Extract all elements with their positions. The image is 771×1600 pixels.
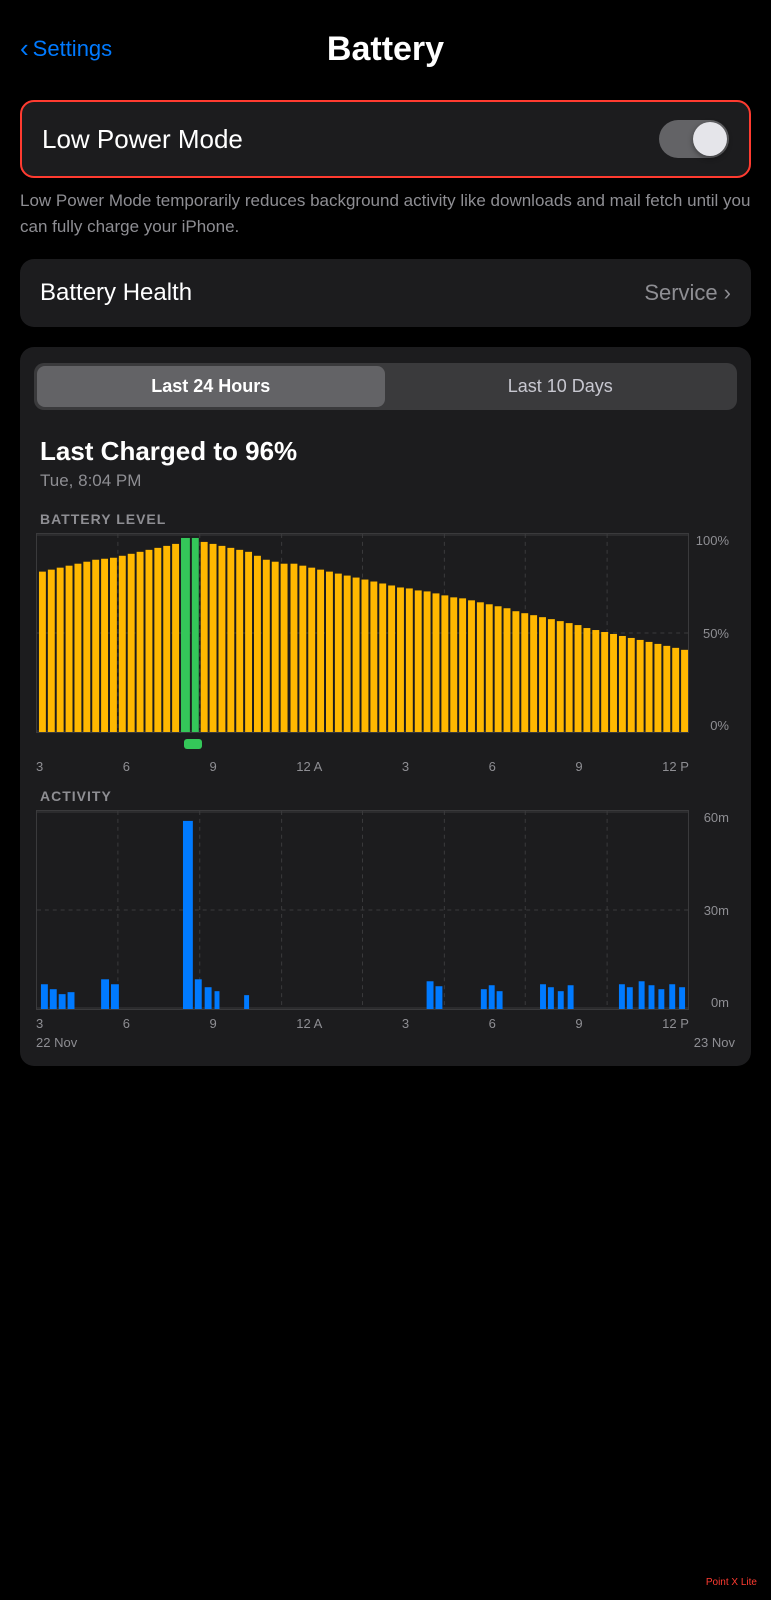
battery-x-3pm: 3 xyxy=(402,759,409,774)
battery-y-label-50: 50% xyxy=(695,626,729,641)
battery-x-9pm: 9 xyxy=(575,759,582,774)
chevron-right-icon: › xyxy=(724,280,731,306)
low-power-mode-description: Low Power Mode temporarily reduces backg… xyxy=(20,188,751,239)
battery-x-12p: 12 P xyxy=(662,759,689,774)
header: ‹ Settings Battery xyxy=(0,0,771,90)
activity-y-label-30m: 30m xyxy=(695,903,729,918)
battery-x-6am: 6 xyxy=(123,759,130,774)
low-power-mode-row[interactable]: Low Power Mode xyxy=(20,100,751,178)
date-label-left: 22 Nov xyxy=(36,1035,77,1050)
battery-x-3am: 3 xyxy=(36,759,43,774)
battery-x-12a: 12 A xyxy=(296,759,322,774)
activity-x-3: 3 xyxy=(36,1016,43,1031)
back-chevron-icon: ‹ xyxy=(20,35,29,61)
date-label-right: 23 Nov xyxy=(694,1035,735,1050)
battery-y-label-0: 0% xyxy=(695,718,729,733)
battery-health-status: Service xyxy=(644,280,717,306)
charge-title: Last Charged to 96% xyxy=(40,436,731,467)
back-label: Settings xyxy=(33,36,113,62)
usage-chart-card: Last 24 Hours Last 10 Days Last Charged … xyxy=(20,347,751,1066)
activity-y-label-60m: 60m xyxy=(695,810,729,825)
battery-level-chart xyxy=(36,533,689,733)
activity-label: ACTIVITY xyxy=(20,774,751,810)
battery-x-6pm: 6 xyxy=(489,759,496,774)
toggle-thumb xyxy=(693,122,727,156)
date-labels: 22 Nov 23 Nov xyxy=(20,1031,751,1050)
battery-health-label: Battery Health xyxy=(40,279,192,307)
tab-last-10-days[interactable]: Last 10 Days xyxy=(387,366,735,407)
battery-level-label: BATTERY LEVEL xyxy=(20,497,751,533)
activity-x-3p: 3 xyxy=(402,1016,409,1031)
activity-x-9: 9 xyxy=(210,1016,217,1031)
activity-x-12a: 12 A xyxy=(296,1016,322,1031)
activity-y-label-0m: 0m xyxy=(695,995,729,1010)
charge-indicator xyxy=(184,739,202,749)
tab-last-24-hours[interactable]: Last 24 Hours xyxy=(37,366,385,407)
battery-x-9am: 9 xyxy=(210,759,217,774)
low-power-mode-toggle[interactable] xyxy=(659,120,729,158)
watermark: Point X Lite xyxy=(702,1575,761,1590)
low-power-mode-label: Low Power Mode xyxy=(42,124,243,155)
back-button[interactable]: ‹ Settings xyxy=(20,36,112,62)
battery-health-right: Service › xyxy=(644,280,731,306)
low-power-mode-card: Low Power Mode xyxy=(20,100,751,178)
activity-x-6p: 6 xyxy=(489,1016,496,1031)
battery-health-row[interactable]: Battery Health Service › xyxy=(20,259,751,327)
page-title: Battery xyxy=(327,30,444,69)
activity-x-labels: 3 6 9 12 A 3 6 9 12 P xyxy=(36,1010,735,1031)
activity-x-6: 6 xyxy=(123,1016,130,1031)
battery-y-label-100: 100% xyxy=(695,533,729,548)
activity-x-9p: 9 xyxy=(575,1016,582,1031)
activity-x-12p: 12 P xyxy=(662,1016,689,1031)
activity-chart xyxy=(36,810,689,1010)
charge-subtitle: Tue, 8:04 PM xyxy=(40,471,731,491)
battery-x-labels: 3 6 9 12 A 3 6 9 12 P xyxy=(36,757,735,774)
charge-info: Last Charged to 96% Tue, 8:04 PM xyxy=(20,426,751,497)
segment-control[interactable]: Last 24 Hours Last 10 Days xyxy=(34,363,737,410)
